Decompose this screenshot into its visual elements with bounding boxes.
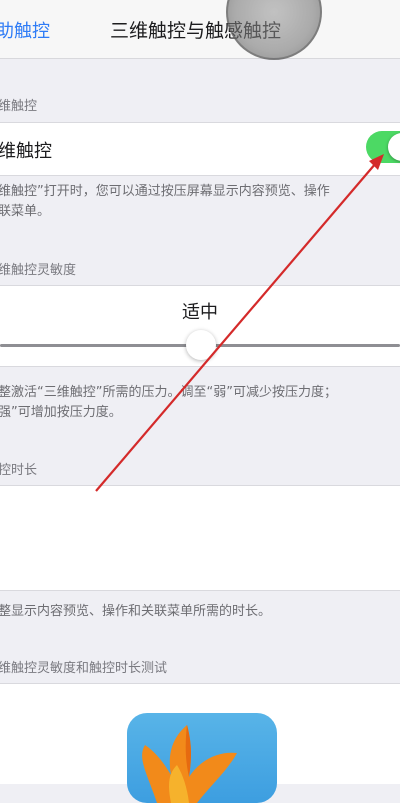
toggle-knob: [388, 133, 400, 161]
three-d-touch-cell: 维触控: [0, 122, 400, 176]
three-d-touch-footnote-2: 联菜单。: [0, 204, 51, 219]
test-image[interactable]: [127, 713, 277, 803]
test-header: 维触控灵敏度和触控时长测试: [0, 661, 168, 676]
three-d-touch-header: 维触控: [0, 99, 38, 114]
sensitivity-value: 适中: [182, 302, 218, 323]
flower-image: [142, 725, 237, 803]
duration-option-1[interactable]: [0, 485, 400, 539]
sensitivity-slider-thumb[interactable]: [186, 330, 216, 360]
sensitivity-footnote-1: 整激活“三维触控”所需的压力。调至“弱”可减少按压力度；: [0, 385, 337, 400]
duration-header: 控时长: [0, 463, 38, 478]
three-d-touch-footnote-1: 维触控”打开时，您可以通过按压屏幕显示内容预览、操作: [0, 184, 330, 199]
sensitivity-header: 维触控灵敏度: [0, 263, 77, 278]
three-d-touch-toggle[interactable]: [366, 131, 400, 163]
three-d-touch-label: 维触控: [0, 141, 52, 162]
back-button[interactable]: 助触控: [0, 17, 50, 43]
duration-footnote: 整显示内容预览、操作和关联菜单所需的时长。: [0, 604, 272, 619]
navigation-bar: 助触控 三维触控与触感触控: [0, 0, 400, 59]
sensitivity-footnote-2: 强”可增加按压力度。: [0, 405, 122, 420]
duration-option-2[interactable]: [0, 538, 400, 591]
